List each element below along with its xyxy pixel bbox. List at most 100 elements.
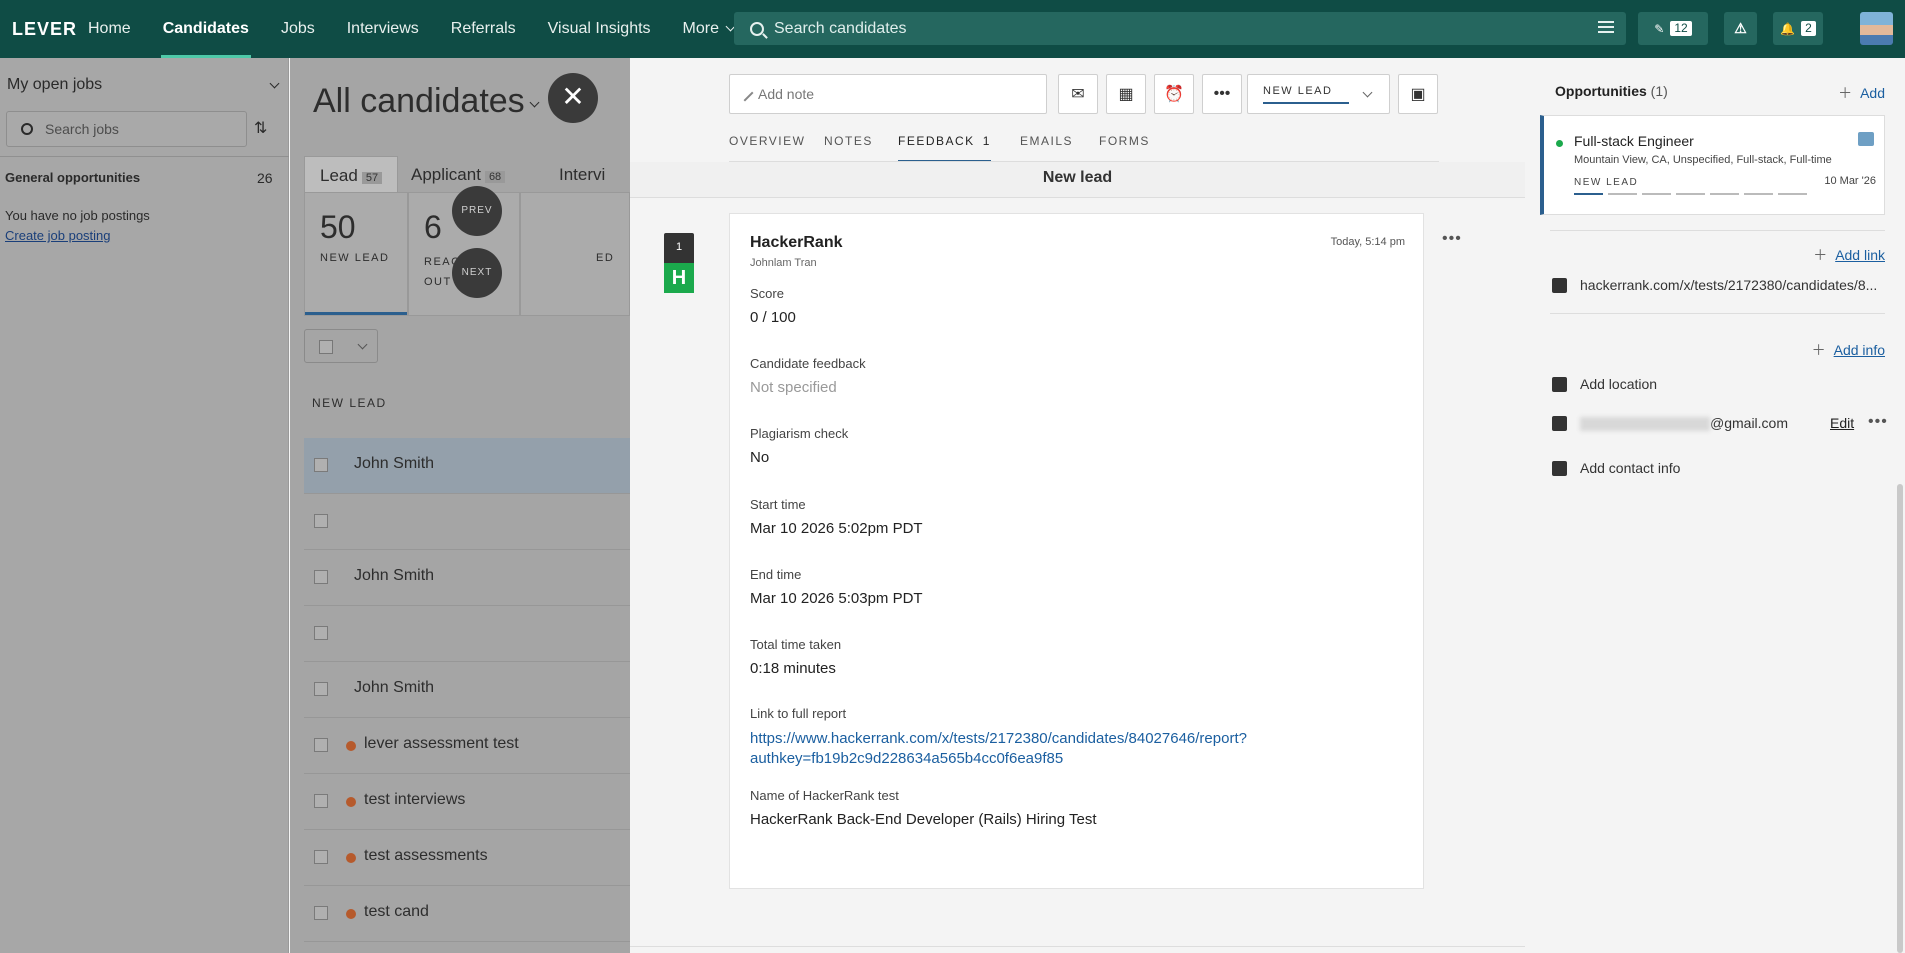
- email-button[interactable]: ✉: [1058, 74, 1098, 114]
- row-checkbox[interactable]: [314, 738, 328, 752]
- more-icon: •••: [1213, 85, 1231, 102]
- search-jobs-placeholder: Search jobs: [45, 121, 119, 137]
- lever-logo[interactable]: LEVER: [12, 19, 76, 40]
- feedback-title: HackerRank: [750, 234, 843, 251]
- next-button[interactable]: NEXT: [452, 248, 502, 298]
- sort-icon[interactable]: ⇅: [254, 118, 267, 138]
- select-all-dropdown[interactable]: [304, 329, 378, 363]
- candidate-row[interactable]: John Smith: [304, 550, 634, 606]
- stage-progress-bars: [1574, 193, 1809, 195]
- chevron-down-icon[interactable]: [523, 96, 540, 114]
- feedback-more-icon[interactable]: •••: [1442, 230, 1462, 248]
- panel-toolbar: Add note ✉ ▦ ⏰ ••• NEW LEAD ▣: [729, 74, 1469, 114]
- envelope-icon: [1552, 416, 1567, 431]
- status-dot: [346, 853, 356, 863]
- row-checkbox[interactable]: [314, 682, 328, 696]
- tab-feedback[interactable]: FEEDBACK 1: [898, 134, 991, 163]
- row-checkbox[interactable]: [314, 906, 328, 920]
- general-opportunities-label[interactable]: General opportunities: [5, 170, 140, 185]
- schedule-button[interactable]: ▦: [1106, 74, 1146, 114]
- candidate-row[interactable]: test interviews: [304, 774, 634, 830]
- prev-button[interactable]: PREV: [452, 186, 502, 236]
- email-more-icon[interactable]: •••: [1868, 413, 1888, 431]
- filter-sliders-icon[interactable]: [1598, 21, 1614, 35]
- email-domain: @gmail.com: [1710, 415, 1789, 431]
- location-icon: [1552, 377, 1567, 392]
- row-checkbox[interactable]: [314, 850, 328, 864]
- divider: [1550, 230, 1885, 231]
- divider: [0, 156, 289, 157]
- candidate-row[interactable]: John Smith: [304, 662, 634, 718]
- add-link-button[interactable]: ＋ Add link: [1813, 245, 1885, 265]
- add-note-input[interactable]: Add note: [729, 74, 1047, 114]
- search-placeholder: Search candidates: [774, 19, 907, 37]
- stage-label: ED: [596, 252, 615, 264]
- active-stage-indicator: [305, 312, 407, 315]
- warning-button[interactable]: ⚠: [1724, 12, 1757, 45]
- tab-notes[interactable]: NOTES: [824, 134, 873, 160]
- nav-interviews[interactable]: Interviews: [331, 0, 435, 58]
- tab-lead[interactable]: Lead 57: [304, 156, 399, 192]
- notifications-button[interactable]: 🔔 2: [1773, 12, 1823, 45]
- candidate-row[interactable]: [304, 606, 634, 662]
- nav-candidates[interactable]: Candidates: [147, 0, 265, 58]
- candidate-name: test interviews: [364, 791, 466, 808]
- candidate-name: John Smith: [354, 679, 435, 696]
- status-dot: [346, 909, 356, 919]
- tab-forms[interactable]: FORMS: [1099, 134, 1150, 160]
- edit-count-badge: 12: [1670, 21, 1692, 36]
- create-job-posting-link[interactable]: Create job posting: [5, 228, 111, 243]
- row-checkbox[interactable]: [314, 626, 328, 640]
- row-checkbox[interactable]: [314, 458, 328, 472]
- tab-applicant-label: Applicant: [411, 165, 481, 184]
- candidate-row[interactable]: John Smith: [304, 438, 634, 494]
- row-checkbox[interactable]: [314, 514, 328, 528]
- nav-referrals[interactable]: Referrals: [435, 0, 532, 58]
- edit-tasks-button[interactable]: ✎ 12: [1638, 12, 1708, 45]
- nav-jobs[interactable]: Jobs: [265, 0, 331, 58]
- add-note-placeholder: Add note: [758, 86, 815, 102]
- tab-emails[interactable]: EMAILS: [1020, 134, 1073, 160]
- more-actions-button[interactable]: •••: [1202, 74, 1242, 114]
- stage-count: 50: [320, 209, 356, 245]
- candidate-search-input[interactable]: Search candidates: [734, 12, 1626, 45]
- scrollbar[interactable]: [1897, 484, 1903, 953]
- row-checkbox[interactable]: [314, 794, 328, 808]
- tab-feedback-count: 1: [982, 134, 991, 148]
- search-jobs-input[interactable]: Search jobs: [6, 111, 247, 147]
- user-avatar[interactable]: [1860, 12, 1893, 45]
- add-info-button[interactable]: ＋ Add info: [1812, 340, 1885, 360]
- candidate-sidebar: Opportunities (1) ＋ Add Full-stack Engine…: [1520, 58, 1885, 953]
- chevron-down-icon[interactable]: [263, 77, 280, 95]
- opportunity-location: Mountain View, CA, Unspecified, Full-sta…: [1574, 154, 1832, 166]
- nav-home[interactable]: Home: [72, 0, 147, 58]
- opportunities-label: Opportunities: [1555, 83, 1647, 99]
- tab-overview[interactable]: OVERVIEW: [729, 134, 805, 160]
- candidate-row[interactable]: [304, 494, 634, 550]
- stage-dropdown[interactable]: NEW LEAD: [1247, 74, 1390, 114]
- candidate-row[interactable]: lever assessment test: [304, 718, 634, 774]
- row-checkbox[interactable]: [314, 570, 328, 584]
- reminder-button[interactable]: ⏰: [1154, 74, 1194, 114]
- pencil-icon: ✎: [1654, 21, 1665, 36]
- tab-applicant[interactable]: Applicant 68: [396, 156, 520, 192]
- opportunity-card[interactable]: Full-stack Engineer Mountain View, CA, U…: [1540, 115, 1885, 215]
- archive-button[interactable]: ▣: [1398, 74, 1438, 114]
- field-answer: Mar 10 2026 5:03pm PDT: [750, 590, 923, 607]
- status-dot: [346, 797, 356, 807]
- candidate-row[interactable]: test assessments: [304, 830, 634, 886]
- tab-interview[interactable]: Intervi: [544, 156, 620, 192]
- stage-new-lead[interactable]: 50 NEW LEAD: [304, 192, 408, 316]
- full-report-link[interactable]: https://www.hackerrank.com/x/tests/21723…: [750, 729, 1310, 769]
- nav-visual-insights[interactable]: Visual Insights: [532, 0, 667, 58]
- candidate-row[interactable]: test cand: [304, 886, 634, 942]
- feedback-author: Johnlam Tran: [750, 257, 817, 269]
- edit-email-button[interactable]: Edit: [1830, 415, 1854, 431]
- phone-icon: [1552, 461, 1567, 476]
- stage-count: 6: [424, 209, 442, 245]
- alarm-clock-icon: ⏰: [1164, 86, 1184, 103]
- select-all-checkbox[interactable]: [319, 340, 333, 354]
- stage-next[interactable]: ED: [520, 192, 630, 316]
- close-icon[interactable]: ✕: [548, 73, 598, 123]
- add-opportunity-button[interactable]: ＋ Add: [1838, 83, 1885, 103]
